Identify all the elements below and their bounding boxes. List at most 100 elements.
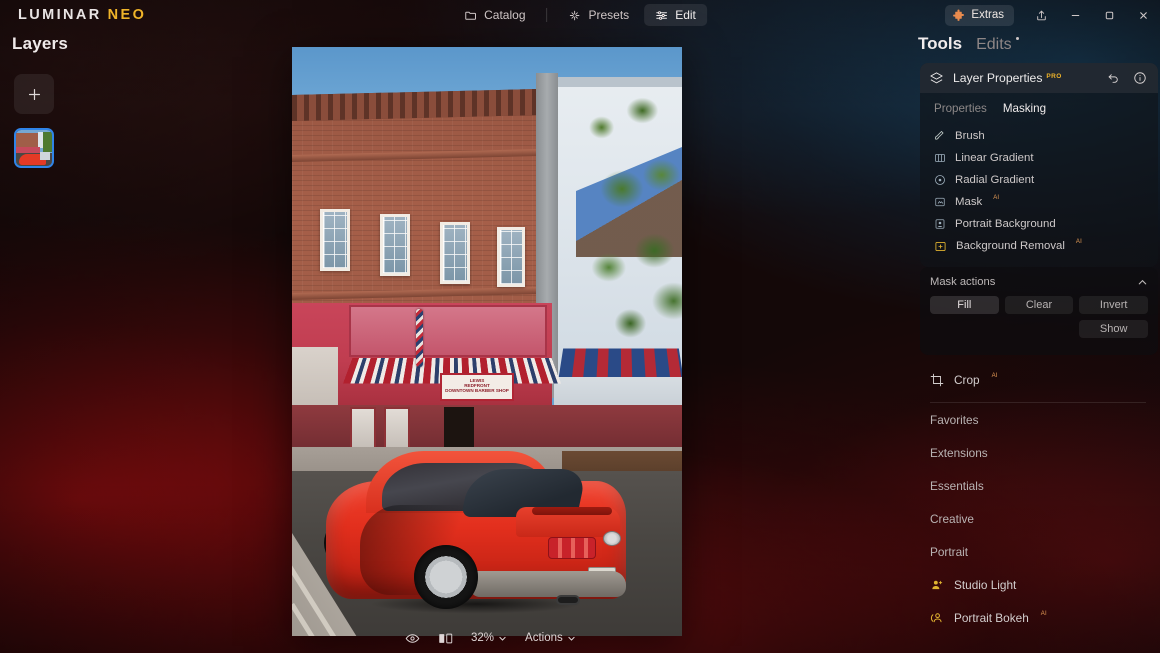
- photo-window: [320, 209, 350, 271]
- pro-badge: PRO: [1046, 73, 1061, 80]
- nav-catalog-label: Catalog: [484, 8, 525, 22]
- edits-dot-indicator: [1016, 37, 1019, 40]
- category-favorites[interactable]: Favorites: [910, 403, 1160, 436]
- photo-barber-pole: [416, 309, 423, 367]
- puzzle-icon: [952, 9, 965, 22]
- masking-tool-background-removal[interactable]: Background Removal AI: [920, 235, 1158, 257]
- mask-show-button[interactable]: Show: [1079, 320, 1148, 338]
- nav-edit-label: Edit: [675, 8, 696, 22]
- mask-ai-icon: [934, 196, 946, 208]
- crop-icon: [930, 373, 944, 387]
- studio-light-icon: [930, 578, 944, 592]
- minimize-button[interactable]: [1058, 0, 1092, 30]
- share-button[interactable]: [1024, 0, 1058, 30]
- layer-properties-subtabs: Properties Masking: [920, 93, 1158, 121]
- extras-button[interactable]: Extras: [945, 5, 1014, 26]
- zoom-level-label: 32%: [471, 632, 494, 644]
- logo-neo: NEO: [108, 7, 147, 23]
- layer-info-button[interactable]: [1131, 69, 1149, 87]
- mask-invert-button[interactable]: Invert: [1079, 296, 1148, 314]
- maximize-button[interactable]: [1092, 0, 1126, 30]
- subtab-masking[interactable]: Masking: [1003, 102, 1046, 115]
- photo-window: [440, 222, 470, 284]
- layer-properties-title: Layer Properties: [953, 71, 1042, 85]
- sliders-icon: [655, 9, 668, 22]
- photo-window: [497, 227, 525, 287]
- photo-window: [380, 214, 410, 276]
- category-creative[interactable]: Creative: [910, 502, 1160, 535]
- masking-tool-brush-label: Brush: [955, 130, 985, 142]
- linear-gradient-icon: [934, 152, 946, 164]
- canvas-bottom-toolbar: 32% Actions: [292, 623, 1160, 653]
- crop-tool[interactable]: Crop AI: [930, 365, 1160, 395]
- category-extensions[interactable]: Extensions: [910, 436, 1160, 469]
- masking-tool-brush[interactable]: Brush: [920, 125, 1158, 147]
- add-layer-button[interactable]: [14, 74, 54, 114]
- subtab-properties[interactable]: Properties: [934, 102, 987, 115]
- minimize-icon: [1070, 10, 1081, 21]
- mask-actions-header[interactable]: Mask actions: [930, 276, 1148, 288]
- masking-tool-mask[interactable]: Mask AI: [920, 191, 1158, 213]
- chevron-down-icon: [567, 634, 576, 643]
- tool-studio-light-label: Studio Light: [954, 578, 1016, 592]
- photo-tree: [568, 77, 682, 357]
- mask-actions-row-secondary: Show: [930, 320, 1148, 338]
- nav-edit[interactable]: Edit: [644, 4, 707, 26]
- chevron-down-icon: [498, 634, 507, 643]
- sign-line-3: DOWNTOWN BARBER SHOP: [442, 388, 512, 393]
- nav-catalog[interactable]: Catalog: [453, 4, 536, 26]
- preview-toggle-button[interactable]: [396, 627, 429, 649]
- compare-toggle-button[interactable]: [429, 627, 462, 649]
- photo-shop-sign: LEWIS REDFRONT DOWNTOWN BARBER SHOP: [440, 373, 514, 401]
- photo-red-mustang-storefront: LEWIS REDFRONT DOWNTOWN BARBER SHOP: [292, 47, 682, 636]
- tools-panel-tabs: Tools Edits: [910, 34, 1160, 54]
- extras-label: Extras: [971, 9, 1004, 21]
- close-icon: [1138, 10, 1149, 21]
- photo-red-mustang: [320, 445, 640, 635]
- masking-tool-portrait-background[interactable]: Portrait Background: [920, 213, 1158, 235]
- zoom-level-dropdown[interactable]: 32%: [462, 627, 516, 649]
- reset-layer-button[interactable]: [1104, 69, 1122, 87]
- actions-dropdown[interactable]: Actions: [516, 627, 585, 649]
- layer-thumbnail[interactable]: [14, 128, 54, 168]
- ai-badge: AI: [992, 373, 998, 379]
- sparkle-icon: [569, 9, 582, 22]
- undo-icon: [1107, 72, 1120, 85]
- mask-actions-title: Mask actions: [930, 276, 995, 288]
- mask-fill-button[interactable]: Fill: [930, 296, 999, 314]
- mask-clear-button[interactable]: Clear: [1005, 296, 1074, 314]
- photo-mustang-emblem: [603, 531, 621, 546]
- photo-rear-wheel: [414, 545, 478, 609]
- chevron-up-icon[interactable]: [1137, 277, 1148, 288]
- layers-sidebar: Layers: [0, 34, 140, 168]
- tool-studio-light[interactable]: Studio Light: [910, 568, 1160, 601]
- masking-tool-mask-label: Mask: [955, 196, 982, 208]
- plus-icon: [26, 86, 43, 103]
- masking-tool-radial-gradient[interactable]: Radial Gradient: [920, 169, 1158, 191]
- tab-tools[interactable]: Tools: [918, 34, 962, 54]
- portrait-background-icon: [934, 218, 946, 230]
- masking-tools-list: Brush Linear Gradient Radial Gradient Ma…: [920, 121, 1158, 267]
- layer-properties-header: Layer Properties PRO: [920, 63, 1158, 93]
- masking-tool-linear-gradient[interactable]: Linear Gradient: [920, 147, 1158, 169]
- close-button[interactable]: [1126, 0, 1160, 30]
- category-portrait[interactable]: Portrait: [910, 535, 1160, 568]
- nav-presets[interactable]: Presets: [558, 4, 641, 26]
- tools-panel: Tools Edits Layer Properties PRO Propert…: [910, 34, 1160, 653]
- category-essentials[interactable]: Essentials: [910, 469, 1160, 502]
- tab-edits[interactable]: Edits: [976, 36, 1012, 54]
- masking-tool-radial-gradient-label: Radial Gradient: [955, 174, 1034, 186]
- layers-title: Layers: [12, 34, 140, 54]
- layer-properties-title-group: Layer Properties PRO: [953, 71, 1062, 85]
- share-icon: [1035, 9, 1048, 22]
- ai-badge: AI: [1041, 611, 1047, 617]
- nav-separator: [547, 8, 548, 22]
- radial-gradient-icon: [934, 174, 946, 186]
- image-canvas[interactable]: LEWIS REDFRONT DOWNTOWN BARBER SHOP: [292, 47, 682, 636]
- layers-stack-icon: [929, 71, 944, 86]
- photo-storefront-panel: [349, 305, 547, 357]
- compare-icon: [438, 632, 453, 645]
- nav-presets-label: Presets: [589, 8, 630, 22]
- photo-taillight: [548, 537, 596, 559]
- folder-icon: [464, 9, 477, 22]
